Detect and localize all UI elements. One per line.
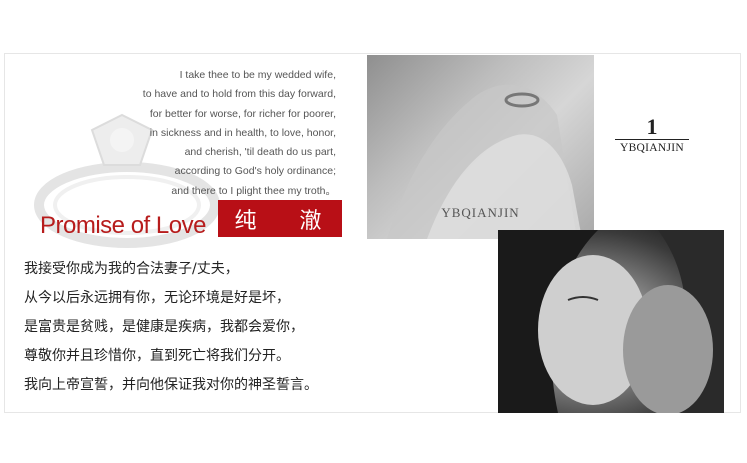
vow-line: and cherish, 'til death do us part, <box>184 146 336 159</box>
vow-line: I take thee to be my wedded wife, <box>179 69 336 81</box>
vow-line: and there to I plight thee my troth。 <box>171 184 336 197</box>
couple-photo <box>498 230 724 413</box>
vow-line-cn: 是富贵是贫贱，是健康是疾病，我都会爱你， <box>24 319 304 335</box>
chinese-vows: 我接受你成为我的合法妻子/丈夫， 从今以后永远拥有你，无论环境是好是坏， 是富贵… <box>24 255 318 400</box>
hands-with-ring-photo: YBQIANJIN <box>367 55 594 239</box>
watermark: YBQIANJIN <box>441 205 520 220</box>
couple-illustration <box>498 230 724 413</box>
vow-line-cn: 尊敬你并且珍惜你，直到死亡将我们分开。 <box>24 348 290 364</box>
divider <box>615 139 689 140</box>
vow-line-cn: 从今以后永远拥有你，无论环境是好是坏， <box>24 290 290 306</box>
promise-title: Promise of Love <box>40 212 206 239</box>
purity-badge: 纯 澈 <box>218 200 342 237</box>
english-vows: I take thee to be my wedded wife, to hav… <box>96 66 336 201</box>
vow-line: to have and to hold from this day forwar… <box>142 88 336 101</box>
brand-label: YBQIANJIN <box>619 142 685 154</box>
vow-line: in sickness and in health, to love, hono… <box>149 126 336 139</box>
vow-line: for better for worse, for richer for poo… <box>149 107 336 120</box>
vow-line: according to God's holy ordinance; <box>174 165 336 178</box>
section-number: 1 <box>646 114 658 139</box>
vow-line-cn: 我向上帝宣誓，并向他保证我对你的神圣誓言。 <box>24 377 318 393</box>
vow-line-cn: 我接受你成为我的合法妻子/丈夫， <box>24 261 239 277</box>
